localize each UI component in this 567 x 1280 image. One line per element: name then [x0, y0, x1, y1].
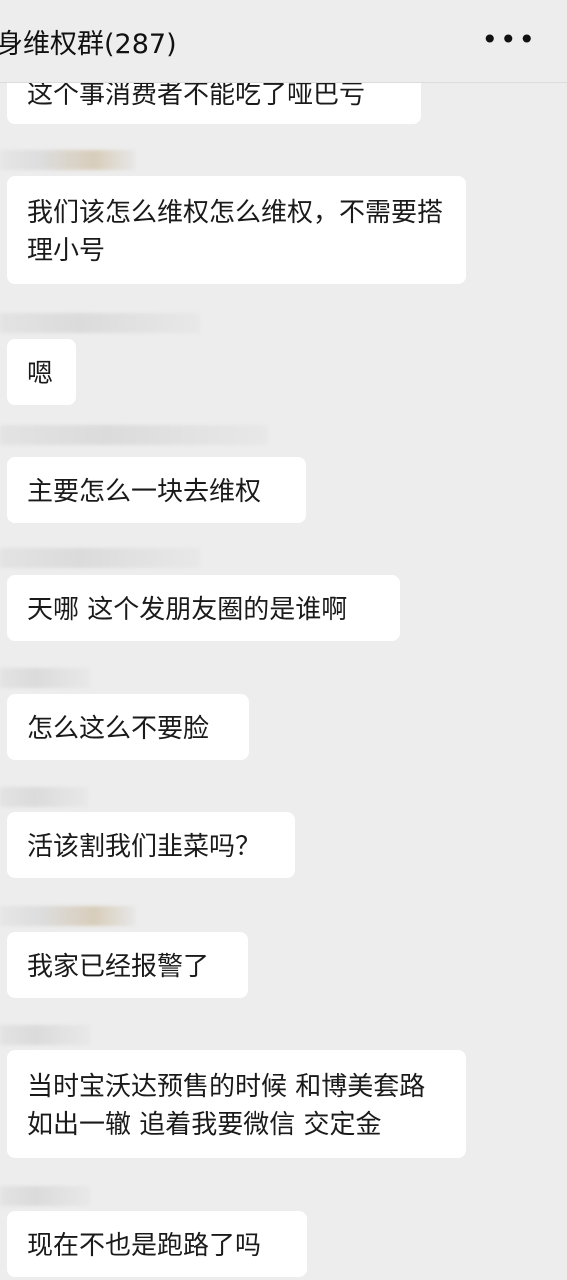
chat-header: 身维权群(287) •••	[0, 0, 567, 83]
message-bubble[interactable]: 当时宝沃达预售的时候 和博美套路如出一辙 追着我要微信 交定金	[7, 1050, 466, 1158]
message-bubble[interactable]: 主要怎么一块去维权	[7, 457, 306, 523]
sender-name-blurred	[0, 1025, 90, 1045]
message-bubble[interactable]: 我们该怎么维权怎么维权，不需要搭理小号	[7, 176, 466, 284]
sender-name-blurred	[0, 787, 88, 807]
sender-name-blurred	[0, 313, 200, 333]
chat-message-list[interactable]: 这个事消费者不能吃了哑巴亏 我们该怎么维权怎么维权，不需要搭理小号 嗯 主要怎么…	[0, 0, 567, 1280]
sender-name-blurred	[0, 150, 135, 170]
message-bubble[interactable]: 天哪 这个发朋友圈的是谁啊	[7, 575, 400, 641]
chat-title: 身维权群(287)	[0, 29, 177, 60]
more-dots-icon[interactable]: •••	[481, 26, 537, 54]
message-bubble[interactable]: 嗯	[7, 339, 76, 405]
message-bubble[interactable]: 活该割我们韭菜吗？	[7, 812, 295, 878]
message-bubble[interactable]: 我家已经报警了	[7, 932, 248, 998]
sender-name-blurred	[0, 548, 200, 568]
message-bubble[interactable]: 现在不也是跑路了吗	[7, 1211, 307, 1277]
message-bubble[interactable]: 怎么这么不要脸	[7, 694, 249, 760]
sender-name-blurred	[0, 1186, 90, 1206]
sender-name-blurred	[0, 906, 135, 926]
sender-name-blurred	[0, 425, 268, 445]
sender-name-blurred	[0, 668, 90, 688]
